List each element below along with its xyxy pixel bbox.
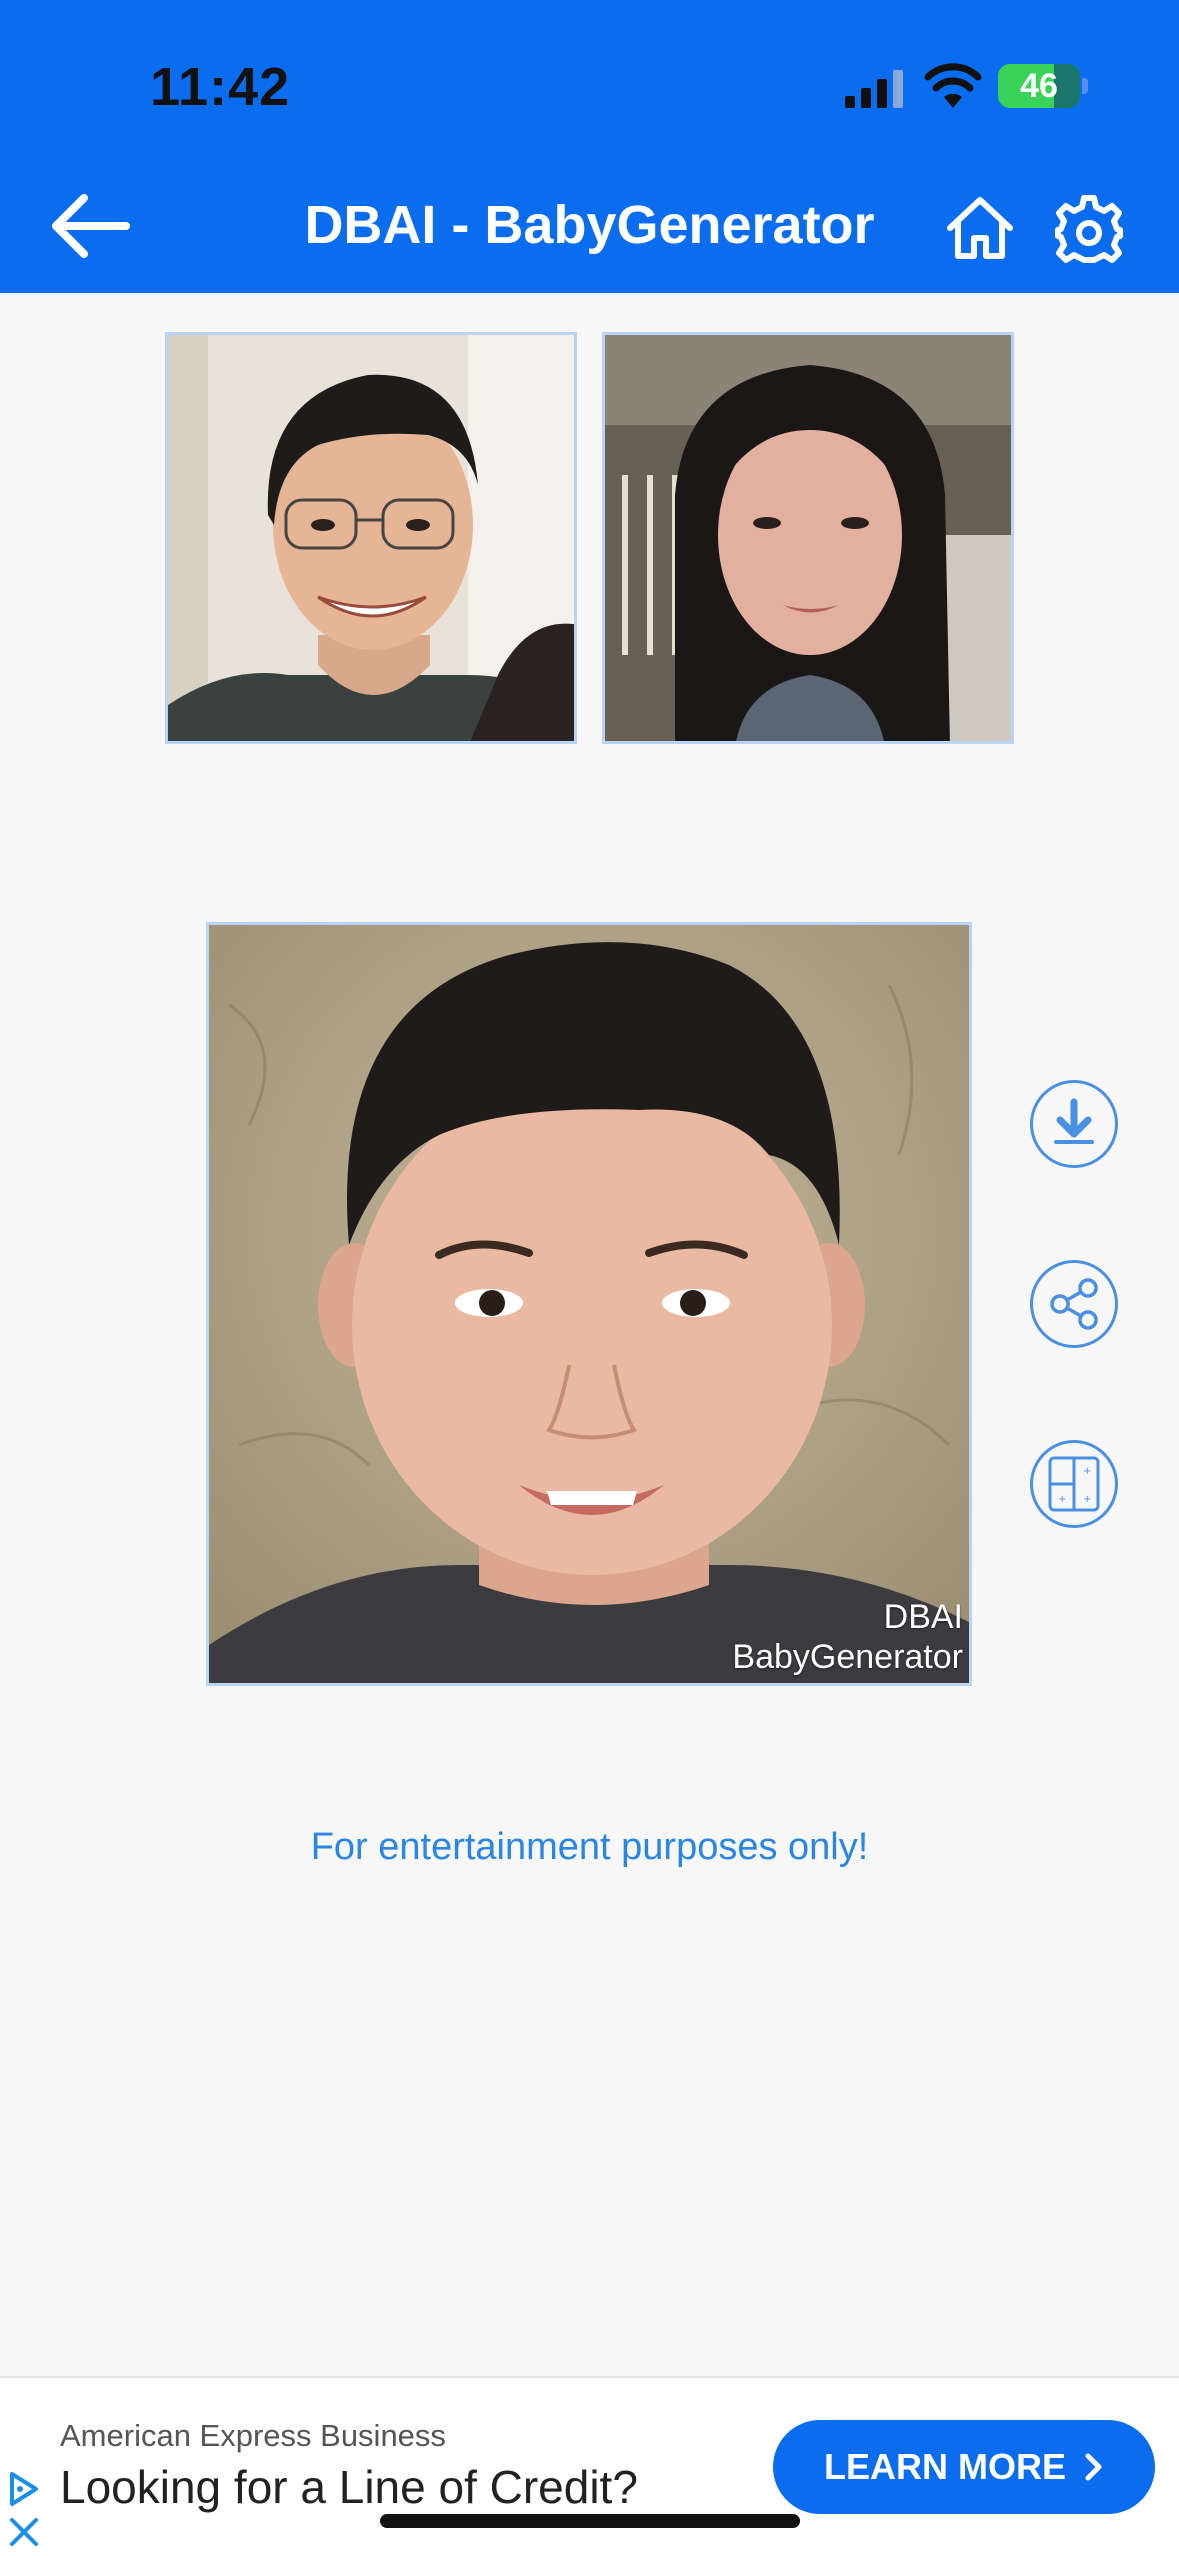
home-indicator[interactable] (380, 2514, 800, 2528)
compare-layout-button[interactable]: + + + (1030, 1440, 1118, 1528)
status-time: 11:42 (150, 57, 291, 117)
baby-portrait-image (209, 925, 969, 1683)
battery-level: 46 (1020, 66, 1058, 105)
battery-icon: 46 (998, 64, 1088, 108)
disclaimer-text: For entertainment purposes only! (310, 1826, 869, 1868)
father-portrait-image (168, 335, 574, 741)
share-icon (1050, 1278, 1098, 1330)
svg-text:+: + (1058, 1494, 1066, 1505)
watermark: DBAI BabyGenerator (732, 1597, 963, 1677)
ad-banner[interactable]: American Express Business Looking for a … (0, 2376, 1179, 2556)
chevron-right-icon (1085, 2453, 1102, 2481)
parent-photo-mother[interactable] (602, 332, 1014, 744)
mother-portrait-image (605, 335, 1011, 741)
watermark-line1: DBAI (883, 1598, 963, 1636)
generated-baby-image[interactable]: DBAI BabyGenerator (206, 922, 972, 1686)
grid-layout-icon: + + + (1048, 1456, 1100, 1512)
learn-more-button[interactable]: LEARN MORE (773, 2420, 1155, 2514)
ad-sponsor: American Express Business (60, 2418, 446, 2453)
svg-text:+: + (1083, 1466, 1091, 1477)
learn-more-label: LEARN MORE (824, 2446, 1066, 2487)
wifi-icon (924, 63, 982, 108)
ad-close-icon[interactable] (6, 2514, 42, 2550)
adchoices-icon[interactable] (6, 2470, 42, 2508)
share-button[interactable] (1030, 1260, 1118, 1348)
app-header: 11:42 46 DBAI - BabyGenerator (0, 0, 1179, 293)
cellular-signal-icon (845, 70, 903, 108)
ad-headline: Looking for a Line of Credit? (60, 2461, 638, 2513)
watermark-line2: BabyGenerator (732, 1638, 963, 1676)
parent-photo-father[interactable] (165, 332, 577, 744)
settings-gear-icon[interactable] (1054, 194, 1124, 264)
download-icon (1054, 1098, 1094, 1144)
download-button[interactable] (1030, 1080, 1118, 1168)
svg-text:+: + (1083, 1494, 1091, 1505)
home-icon[interactable] (944, 194, 1016, 262)
